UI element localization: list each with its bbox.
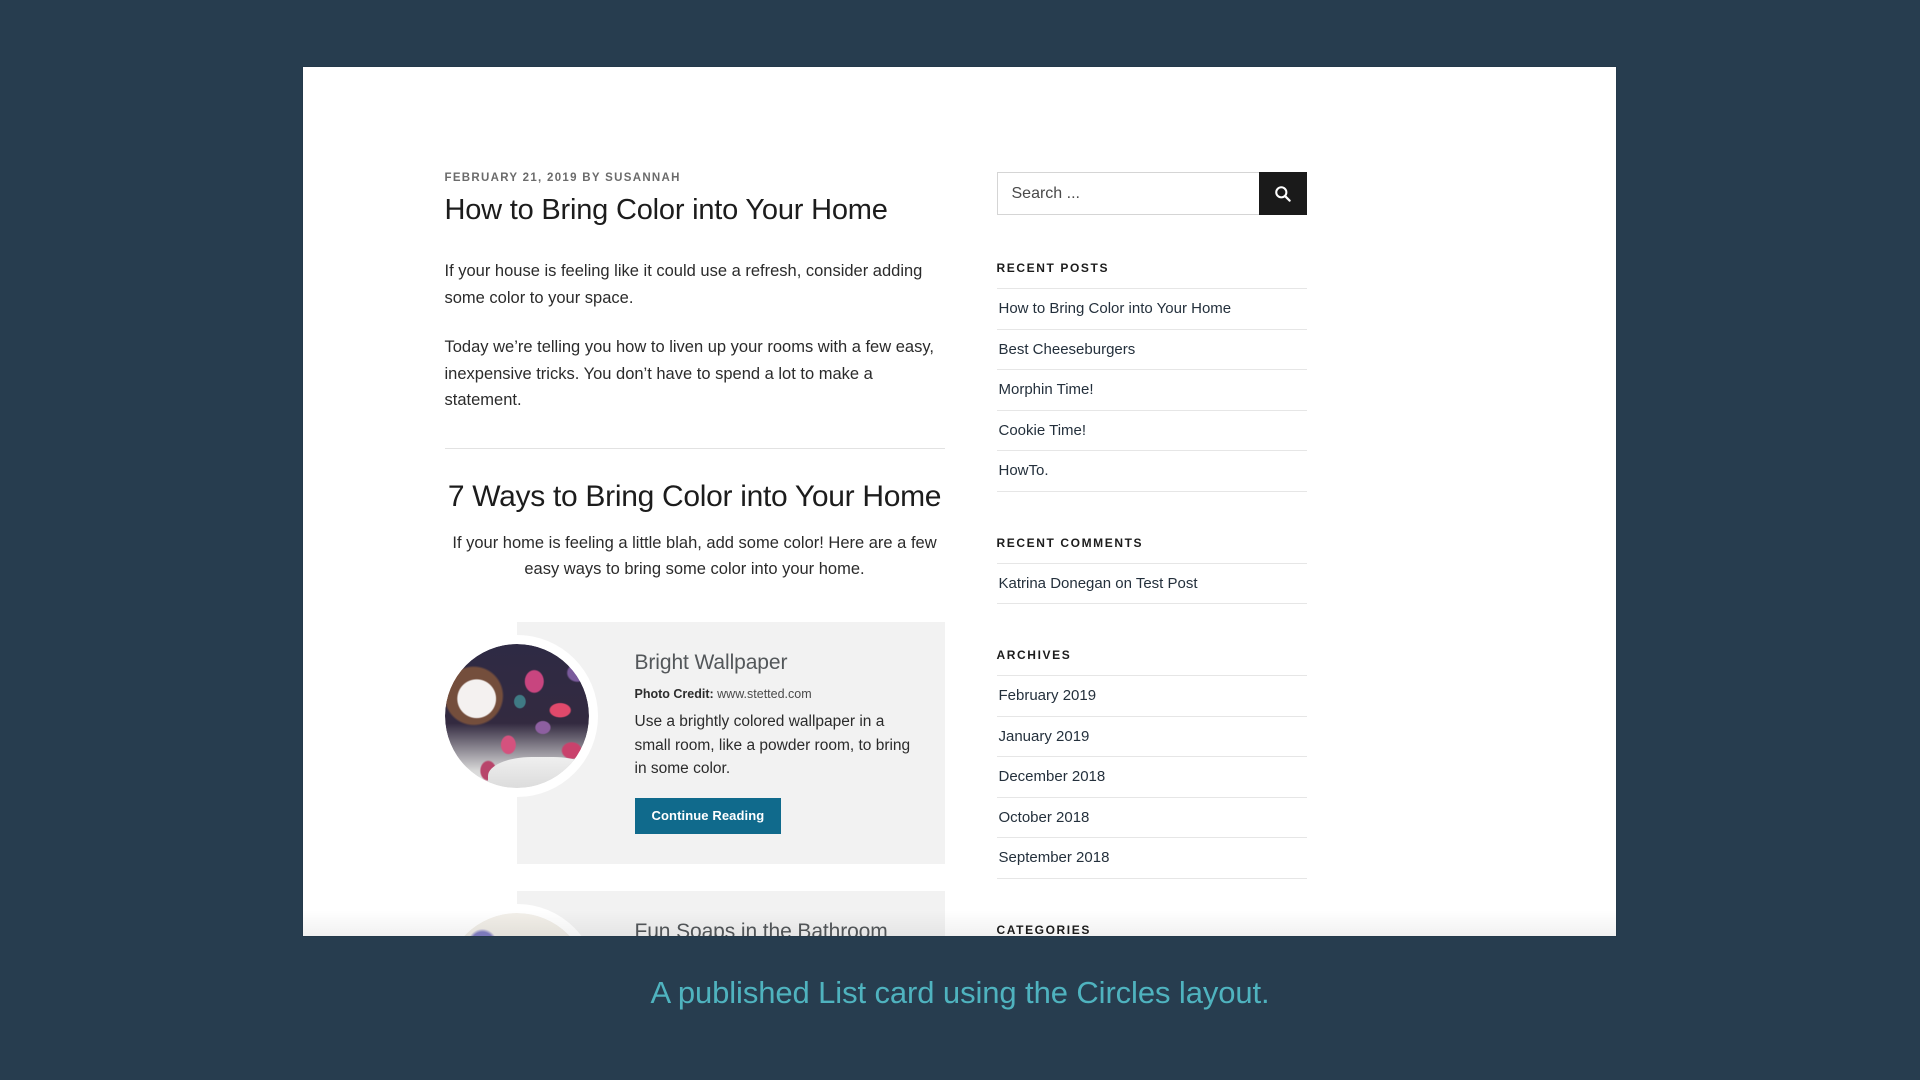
sidebar: RECENT POSTS How to Bring Color into You…: [996, 167, 1307, 937]
list-item: October 2018: [996, 796, 1307, 838]
fun-soaps-photo: [444, 912, 589, 936]
list-item: Cookie Time!: [996, 409, 1307, 451]
list-item-title: Bright Wallpaper: [634, 651, 788, 675]
list-item: Best Cheeseburgers: [996, 328, 1307, 370]
widget-title: RECENT COMMENTS: [996, 535, 1144, 550]
bright-wallpaper-photo: [444, 644, 589, 789]
widget-link[interactable]: HowTo.: [997, 451, 1307, 491]
list-item: January 2019: [996, 715, 1307, 757]
content-divider: [444, 447, 945, 449]
list-item-text: Use a brightly colored wallpaper in a sm…: [634, 713, 911, 778]
widget-recent-posts: RECENT POSTS How to Bring Color into You…: [996, 261, 1307, 492]
list-item: September 2018: [996, 837, 1307, 879]
two-column-layout: FEBRUARY 21, 2019 BY SUSANNAH How to Bri…: [444, 167, 1475, 937]
list-item: Morphin Time!: [996, 369, 1307, 410]
list-item: HowTo.: [996, 450, 1307, 492]
widget-list: February 2019 January 2019 December 2018…: [996, 675, 1307, 879]
photo-credit-label: Photo Credit:: [634, 686, 714, 701]
search-input[interactable]: [996, 172, 1259, 215]
widget-recent-comments: RECENT COMMENTS Katrina Donegan on Test …: [996, 535, 1307, 604]
widget-link[interactable]: September 2018: [997, 838, 1307, 878]
list-card-heading: 7 Ways to Bring Color into Your Home: [447, 479, 942, 513]
widget-link[interactable]: How to Bring Color into Your Home: [997, 289, 1307, 329]
list-item: Fun Soaps in the Bathroom Deck out your …: [444, 890, 945, 936]
list-item-image-circle: [444, 644, 589, 789]
widget-link[interactable]: February 2019: [997, 676, 1307, 716]
widget-link[interactable]: Cookie Time!: [997, 411, 1307, 451]
website-screenshot-panel: FEBRUARY 21, 2019 BY SUSANNAH How to Bri…: [303, 67, 1616, 936]
widget-list: Katrina Donegan on Test Post: [996, 562, 1307, 604]
widget-title: RECENT POSTS: [996, 261, 1110, 275]
search-icon: [1275, 186, 1291, 202]
widget-link[interactable]: December 2018: [997, 757, 1307, 797]
widget-title: ARCHIVES: [996, 648, 1072, 662]
list-card-description: If your home is feeling a little blah, a…: [452, 533, 937, 578]
widget-link[interactable]: January 2019: [997, 717, 1307, 757]
widget-link[interactable]: Morphin Time!: [997, 370, 1307, 410]
list-item: Bright Wallpaper Photo Credit: www.stett…: [444, 622, 945, 864]
page-title: How to Bring Color into Your Home: [444, 194, 888, 226]
widget-archives: ARCHIVES February 2019 January 2019 Dece…: [996, 648, 1307, 879]
list-item-photo-credit: Photo Credit: www.stetted.com: [635, 686, 915, 704]
list-item-image-circle: [444, 912, 589, 936]
widget-link[interactable]: Best Cheeseburgers: [997, 330, 1307, 370]
list-card: 7 Ways to Bring Color into Your Home If …: [444, 479, 945, 936]
post-meta: FEBRUARY 21, 2019 BY SUSANNAH: [444, 172, 681, 184]
post-paragraph-1: If your house is feeling like it could u…: [444, 262, 923, 308]
figure-caption: A published List card using the Circles …: [650, 975, 1270, 1010]
widget-link[interactable]: October 2018: [997, 798, 1307, 838]
list-item-title: Fun Soaps in the Bathroom: [634, 919, 888, 936]
search-widget: [996, 172, 1307, 215]
page-content: FEBRUARY 21, 2019 BY SUSANNAH How to Bri…: [303, 67, 1616, 936]
search-submit-button[interactable]: [1258, 172, 1307, 215]
photo-credit-value: www.stetted.com: [717, 686, 812, 701]
list-item: February 2019: [996, 675, 1307, 716]
widget-link[interactable]: Katrina Donegan on Test Post: [997, 564, 1307, 604]
main-content-column: FEBRUARY 21, 2019 BY SUSANNAH How to Bri…: [444, 167, 945, 936]
widget-categories: CATEGORIES Uncategorized: [997, 923, 1307, 937]
widget-title: CATEGORIES: [996, 922, 1091, 937]
list-item: December 2018: [996, 756, 1307, 797]
list-item: Katrina Donegan on Test Post: [996, 562, 1307, 604]
widget-list: How to Bring Color into Your Home Best C…: [996, 288, 1307, 492]
post-paragraph-2: Today we’re telling you how to liven up …: [444, 337, 934, 410]
list-item: How to Bring Color into Your Home: [996, 288, 1307, 329]
continue-reading-button[interactable]: Continue Reading: [634, 797, 782, 834]
